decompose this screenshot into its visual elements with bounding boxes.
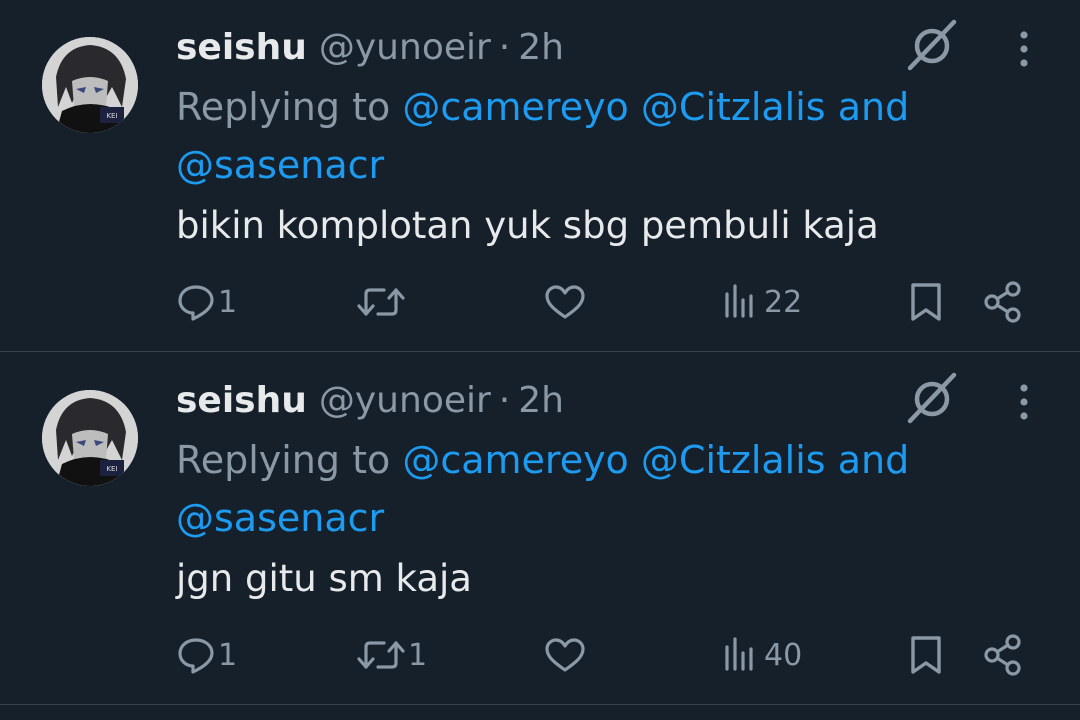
and-others-link[interactable]: and (838, 438, 910, 482)
tweet-header: seishu @yunoeir · 2h (176, 22, 564, 72)
tweet-actions: 1 22 (0, 272, 1080, 332)
reply-context: Replying to @camereyo @Citzlalis and @sa… (176, 431, 976, 547)
mention-link[interactable]: @Citzlalis (641, 438, 826, 482)
repost-icon (356, 635, 406, 675)
share-icon (982, 633, 1026, 677)
mention-link[interactable]: @camereyo (402, 85, 628, 129)
replying-to-label: Replying to (176, 85, 391, 129)
reply-button[interactable]: 1 (176, 272, 237, 332)
and-others-link[interactable]: and (838, 85, 910, 129)
mention-link[interactable]: @Citzlalis (641, 85, 826, 129)
views-button[interactable]: 40 (722, 625, 802, 685)
user-handle[interactable]: @yunoeir (319, 27, 491, 68)
reply-icon (176, 635, 216, 675)
timestamp[interactable]: 2h (518, 380, 564, 421)
views-count: 22 (764, 284, 803, 320)
display-name[interactable]: seishu (176, 27, 307, 68)
like-button[interactable] (543, 625, 587, 685)
svg-text:KEI: KEI (106, 465, 117, 473)
tweet-header: seishu @yunoeir · 2h (176, 375, 564, 425)
share-button[interactable] (982, 272, 1026, 332)
user-handle[interactable]: @yunoeir (319, 380, 491, 421)
repost-button[interactable] (356, 272, 408, 332)
views-button[interactable]: 22 (722, 272, 802, 332)
separator-dot: · (498, 26, 511, 68)
reply-context: Replying to @camereyo @Citzlalis and @sa… (176, 78, 976, 194)
more-icon[interactable] (1006, 379, 1042, 425)
replying-to-label: Replying to (176, 438, 391, 482)
repost-icon (356, 282, 406, 322)
repost-count: 1 (408, 637, 428, 673)
share-button[interactable] (982, 625, 1026, 685)
bookmark-icon (904, 633, 948, 677)
like-icon (543, 282, 587, 322)
bookmark-button[interactable] (904, 625, 948, 685)
reply-button[interactable]: 1 (176, 625, 237, 685)
grok-icon[interactable] (904, 371, 960, 427)
timeline: KEI seishu @yunoeir · 2h Replying to @ca… (0, 0, 1080, 720)
bookmark-icon (904, 280, 948, 324)
bookmark-button[interactable] (904, 272, 948, 332)
tweet[interactable]: KEI seishu @yunoeir · 2h Replying to @ca… (0, 353, 1080, 705)
mention-link[interactable]: @camereyo (402, 438, 628, 482)
mention-link[interactable]: @sasenacr (176, 496, 384, 540)
avatar[interactable]: KEI (42, 37, 138, 133)
share-icon (982, 280, 1026, 324)
tweet-text: jgn gitu sm kaja (176, 557, 472, 600)
separator-dot: · (498, 379, 511, 421)
more-icon[interactable] (1006, 26, 1042, 72)
tweet-actions: 1 1 40 (0, 625, 1080, 685)
tweet-text: bikin komplotan yuk sbg pembuli kaja (176, 204, 879, 247)
reply-count: 1 (218, 284, 238, 320)
views-icon (722, 635, 762, 675)
timestamp[interactable]: 2h (518, 27, 564, 68)
views-count: 40 (764, 637, 803, 673)
tweet[interactable]: KEI seishu @yunoeir · 2h Replying to @ca… (0, 0, 1080, 352)
svg-text:KEI: KEI (106, 112, 117, 120)
like-icon (543, 635, 587, 675)
mention-link[interactable]: @sasenacr (176, 143, 384, 187)
reply-count: 1 (218, 637, 238, 673)
reply-icon (176, 282, 216, 322)
grok-icon[interactable] (904, 18, 960, 74)
avatar[interactable]: KEI (42, 390, 138, 486)
display-name[interactable]: seishu (176, 380, 307, 421)
repost-button[interactable]: 1 (356, 625, 427, 685)
views-icon (722, 282, 762, 322)
like-button[interactable] (543, 272, 587, 332)
